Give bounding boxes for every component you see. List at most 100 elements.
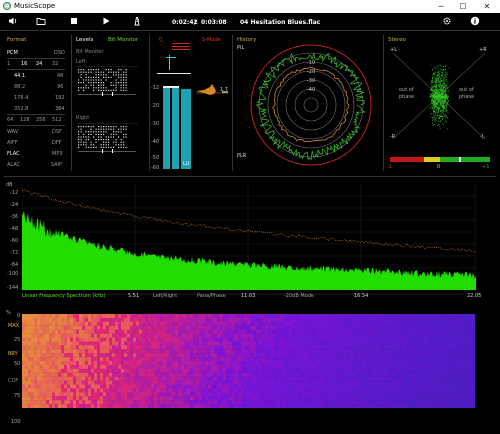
- spectrum-y-24: -24: [10, 202, 19, 208]
- rate-48: 48: [57, 73, 64, 79]
- spectrogram-pct-label: %: [6, 310, 11, 316]
- stereo-scope: [393, 53, 485, 139]
- spectrogram-y-100: 100: [11, 419, 21, 425]
- format-dsd: DSD: [54, 50, 65, 56]
- spectrum-x-5-51: 5.51: [128, 293, 140, 299]
- meter-lu-bar: [181, 89, 191, 169]
- container-alac: ALAC: [7, 162, 21, 168]
- history-panel: History PIL PLR -10 -20 -30 -40: [234, 33, 380, 173]
- toolbar: 0:02:42 / 0:03:08 04 Hesitation Blues.fl…: [0, 13, 500, 31]
- stereo-panel: Stereo +L +R -R -L out of phase out of p…: [385, 33, 495, 173]
- corr-zero: 0: [437, 164, 441, 170]
- spectrogram-plot: [22, 314, 476, 408]
- container-dsf: DSF: [52, 129, 62, 135]
- format-title: Format: [7, 37, 27, 43]
- spectrum-y-84: -84: [10, 262, 19, 268]
- dsd-512: 512: [52, 117, 62, 123]
- bits-16: 16: [21, 61, 28, 67]
- spectrogram-y-50: 50: [14, 361, 21, 367]
- bits-1: 1: [7, 61, 11, 67]
- rate-384: 384: [55, 106, 65, 112]
- spectrum-y-12: -12: [10, 190, 19, 196]
- bit-monitor-right: [76, 123, 138, 153]
- spectrum-x-16-54: 16.54: [354, 293, 369, 299]
- meter-left-bar: [163, 88, 170, 169]
- app-icon: [3, 2, 11, 10]
- open-folder-icon[interactable]: [36, 16, 46, 30]
- mode-left-right[interactable]: Left/Right: [153, 293, 177, 299]
- meter-scale-12: -12: [151, 85, 160, 91]
- settings-gear-icon[interactable]: [442, 16, 452, 30]
- meter-scale-60: -60: [151, 165, 160, 171]
- stereo-title: Stereo: [388, 37, 406, 43]
- spectrogram-y-0: 0: [17, 313, 21, 319]
- play-icon[interactable]: [101, 16, 111, 30]
- side-label-bry: BRY: [8, 351, 18, 357]
- maximize-button[interactable]: ☐: [456, 1, 470, 12]
- meter-right-bar: [172, 88, 179, 169]
- mode-20db[interactable]: -20dB Mode: [284, 293, 314, 299]
- volume-icon[interactable]: [8, 16, 18, 30]
- rate-96: 96: [57, 84, 64, 90]
- track-name: 04 Hesitation Blues.flac: [240, 19, 321, 26]
- spectrum-x-11-03: 11.03: [241, 293, 256, 299]
- history-ring-label: -10: [307, 60, 315, 66]
- rate-352-8: 352.8: [14, 106, 29, 112]
- bits-24: 24: [36, 61, 43, 67]
- dsd-256: 256: [36, 117, 46, 123]
- spectrum-footer-title: Linear Frequency Spectrum (kHz): [22, 293, 106, 299]
- rate-44-1: 44.1: [14, 73, 26, 79]
- spectrogram-panel: % 0 MAX 25 BRY 50 COF 75 100: [0, 306, 500, 434]
- spectrum-panel: dB -12 -24 -36 -48 -60 -72 -84 -100 -144…: [0, 178, 500, 306]
- corr-plus: +1: [482, 164, 490, 170]
- spectrum-y-100: -100: [7, 271, 19, 277]
- container-aiff: AIFF: [7, 140, 18, 146]
- spectrogram-y-25: 25: [14, 337, 21, 343]
- meter-lu-label: LU: [183, 161, 190, 167]
- history-pll-label: PIL: [237, 45, 245, 51]
- bit-monitor-label: Bit Monitor: [76, 49, 104, 55]
- container-mp3: MP3: [52, 151, 63, 157]
- side-label-max: MAX: [8, 323, 20, 329]
- container-wav: WAV: [7, 129, 19, 135]
- levels-tab[interactable]: Levels: [76, 37, 93, 43]
- rate-192: 192: [55, 95, 65, 101]
- metronome-icon[interactable]: [132, 16, 142, 30]
- format-pcm: PCM: [7, 50, 18, 56]
- container-flac: FLAC: [7, 151, 20, 157]
- bit-monitor-panel: Levels Bit Monitor Bit Monitor Left Righ…: [74, 33, 150, 173]
- bit-monitor-left-label: Left: [76, 59, 86, 65]
- rate-176-4: 176.4: [14, 95, 29, 101]
- correlation-meter: [390, 157, 490, 162]
- mode-pana-phase[interactable]: Pana/Phase: [197, 293, 226, 299]
- title-bar: MusicScope ─ ☐ ✕: [0, 0, 500, 13]
- bit-monitor-right-label: Right: [76, 115, 90, 121]
- spectrum-y-144: -144: [7, 285, 19, 291]
- level-meter-panel: 0 S-Mode -12 -20 -30 -40 -50 -60 LU 1.7: [150, 33, 230, 173]
- spectrum-plot: [22, 184, 476, 290]
- spectrogram-y-75: 75: [14, 393, 21, 399]
- stop-icon[interactable]: [69, 16, 79, 30]
- s-mode-label: S-Mode: [202, 37, 221, 43]
- meter-scale-20: -20: [151, 103, 160, 109]
- minimize-button[interactable]: ─: [434, 1, 448, 12]
- s-mode-value: 1.7: [220, 87, 228, 93]
- bit-monitor-tab[interactable]: Bit Monitor: [108, 37, 138, 43]
- meter-top-label: 0: [159, 37, 163, 43]
- dsd-64: 64: [7, 117, 14, 123]
- spectrum-x-22-05: 22.05: [467, 293, 482, 299]
- history-radar: -10 -20 -30 -40: [250, 44, 372, 166]
- spectrum-y-60: -60: [10, 238, 19, 244]
- time-separator: /: [194, 19, 197, 26]
- history-plr-label: PLR: [237, 153, 247, 159]
- spectrum-y-48: -48: [10, 226, 19, 232]
- history-ring-label: -30: [307, 78, 315, 84]
- history-ring-label: -40: [307, 87, 315, 93]
- info-icon[interactable]: [470, 16, 480, 30]
- meter-scale-50: -50: [151, 155, 160, 161]
- container-dff: DFF: [52, 140, 62, 146]
- history-ring-label: -20: [307, 69, 315, 75]
- bits-32: 32: [52, 61, 59, 67]
- close-button[interactable]: ✕: [480, 1, 494, 12]
- bit-monitor-left: [76, 66, 138, 96]
